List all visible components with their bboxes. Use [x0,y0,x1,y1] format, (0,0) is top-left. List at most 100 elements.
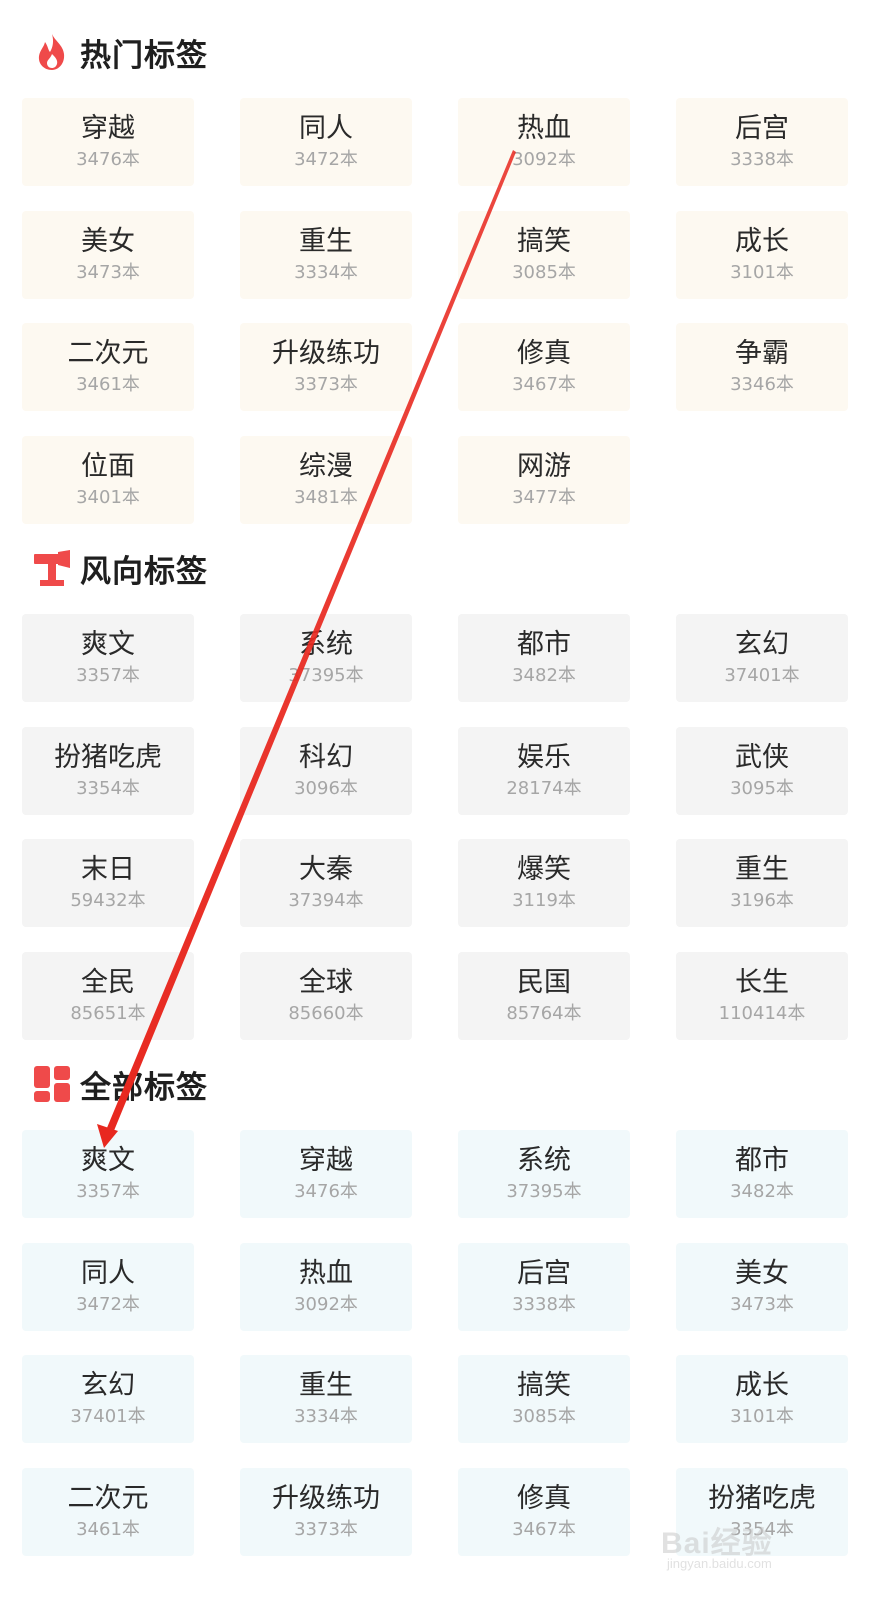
tag-count: 3401本 [76,486,140,508]
tag-count: 3472本 [294,149,358,170]
tag-name: 综漫 [299,450,353,482]
tag-name: 都市 [735,1145,789,1176]
tag-count: 59432本 [70,890,146,911]
tag-tile-all[interactable]: 成长 3101本 [676,1355,848,1443]
tag-count: 3334本 [294,1406,358,1427]
tag-tile-hot[interactable]: 同人 3472本 [240,98,412,186]
tag-count: 3373本 [294,374,358,395]
tag-name: 扮猪吃虎 [708,1482,816,1514]
tag-tile-hot[interactable]: 位面 3401本 [22,435,194,524]
tag-tile-hot[interactable]: 后宫 3338本 [676,98,848,186]
tag-name: 后宫 [517,1257,571,1289]
tag-tile-trend[interactable]: 都市 3482本 [458,614,630,702]
tag-tile-hot[interactable]: 升级练功 3373本 [240,323,412,411]
tag-name: 搞笑 [517,1370,571,1401]
tag-count: 3101本 [730,1406,794,1427]
section-header-trend: 风向标签 [32,544,208,592]
tag-tile-trend[interactable]: 全球 85660本 [240,951,412,1040]
tag-count: 37401本 [724,665,800,686]
tag-name: 二次元 [67,338,149,369]
tag-tile-all[interactable]: 二次元 3461本 [22,1467,194,1556]
tag-tile-trend[interactable]: 大秦 37394本 [240,839,412,927]
tag-tile-hot[interactable]: 搞笑 3085本 [458,210,630,299]
tag-tile-trend[interactable]: 爽文 3357本 [22,614,194,702]
tag-tile-trend[interactable]: 娱乐 28174本 [458,726,630,815]
tag-tile-all[interactable]: 后宫 3338本 [458,1242,630,1331]
tag-tile-trend[interactable]: 武侠 3095本 [676,726,848,815]
tag-tile-hot[interactable]: 重生 3334本 [240,210,412,299]
tag-tile-all[interactable]: 穿越 3476本 [240,1130,412,1218]
tag-tile-trend[interactable]: 末日 59432本 [22,839,194,927]
tag-count: 3354本 [76,777,140,799]
tag-count: 3119本 [512,890,576,911]
tag-count: 3473本 [730,1293,794,1315]
tag-tile-all[interactable]: 热血 3092本 [240,1242,412,1331]
tag-name: 成长 [735,1370,789,1401]
tag-tile-trend[interactable]: 扮猪吃虎 3354本 [22,726,194,815]
trend-tags-grid: 爽文 3357本 系统 37395本 都市 3482本 玄幻 37401本扮猪吃虎 3354本 科… [22,614,848,1064]
tag-count: 37401本 [70,1406,146,1427]
tag-tile-all[interactable]: 玄幻 37401本 [22,1355,194,1443]
tag-tile-all[interactable]: 都市 3482本 [676,1130,848,1218]
tag-count: 3461本 [76,374,140,395]
tag-count: 3481本 [294,486,358,508]
tag-name: 同人 [81,1257,135,1289]
tag-name: 都市 [517,629,571,660]
tag-name: 热血 [517,113,571,144]
section-title-all: 全部标签 [80,1069,208,1106]
tag-tile-all[interactable]: 搞笑 3085本 [458,1355,630,1443]
tag-tile-all[interactable]: 爽文 3357本 [22,1130,194,1218]
tag-name: 扮猪吃虎 [54,741,162,773]
tag-name: 民国 [517,966,571,998]
tag-tile-trend[interactable]: 爆笑 3119本 [458,839,630,927]
tag-tile-hot[interactable]: 成长 3101本 [676,210,848,299]
tag-tile-hot[interactable]: 穿越 3476本 [22,98,194,186]
tag-name: 升级练功 [272,338,380,369]
tag-name: 武侠 [735,741,789,773]
tag-tile-trend[interactable]: 科幻 3096本 [240,726,412,815]
tag-name: 爽文 [81,1145,135,1176]
tag-count: 3346本 [730,374,794,395]
tag-name: 美女 [81,225,135,257]
tag-count: 3085本 [512,1406,576,1427]
tag-tile-hot[interactable]: 美女 3473本 [22,210,194,299]
tag-tile-hot[interactable]: 网游 3477本 [458,435,630,524]
tag-name: 系统 [299,629,353,660]
tag-tile-trend[interactable]: 全民 85651本 [22,951,194,1040]
tag-name: 修真 [517,338,571,369]
tag-count: 3196本 [730,890,794,911]
section-title-trend: 风向标签 [80,553,208,590]
tag-name: 重生 [299,1370,353,1401]
tag-count: 3085本 [512,261,576,283]
tag-tile-hot[interactable]: 二次元 3461本 [22,323,194,411]
tag-tile-all[interactable]: 升级练功 3373本 [240,1467,412,1556]
tag-tile-all[interactable]: 同人 3472本 [22,1242,194,1331]
tag-tile-hot[interactable]: 修真 3467本 [458,323,630,411]
tag-tile-all[interactable]: 修真 3467本 [458,1467,630,1556]
tag-name: 成长 [735,225,789,257]
tag-tile-all[interactable]: 系统 37395本 [458,1130,630,1218]
all-tags-grid: 爽文 3357本 穿越 3476本 系统 37395本 都市 3482本同人 3472本 热血 30… [22,1130,848,1580]
tag-tile-all[interactable]: 美女 3473本 [676,1242,848,1331]
tag-name: 玄幻 [735,629,789,660]
tag-count: 37395本 [288,665,364,686]
tag-name: 穿越 [81,113,135,144]
tag-tile-trend[interactable]: 长生 110414本 [676,951,848,1040]
tag-tile-hot[interactable]: 综漫 3481本 [240,435,412,524]
tag-tile-hot[interactable]: 争霸 3346本 [676,323,848,411]
tag-count: 3472本 [76,1293,140,1315]
tag-name: 美女 [735,1257,789,1289]
tag-tile-hot[interactable]: 热血 3092本 [458,98,630,186]
tag-tile-all[interactable]: 重生 3334本 [240,1355,412,1443]
tag-tile-trend[interactable]: 民国 85764本 [458,951,630,1040]
tag-tile-trend[interactable]: 重生 3196本 [676,839,848,927]
tag-tile-trend[interactable]: 玄幻 37401本 [676,614,848,702]
tag-count: 85660本 [288,1002,364,1024]
tag-name: 争霸 [735,338,789,369]
tag-name: 长生 [735,966,789,998]
tag-name: 重生 [735,854,789,885]
tag-count: 3338本 [730,149,794,170]
tag-tile-trend[interactable]: 系统 37395本 [240,614,412,702]
tag-count: 37394本 [288,890,364,911]
tag-count: 3095本 [730,777,794,799]
